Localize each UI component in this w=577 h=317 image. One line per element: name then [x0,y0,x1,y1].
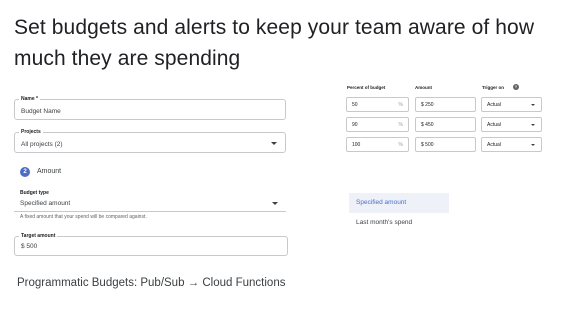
projects-value: All projects (2) [21,141,63,148]
trigger-column-header: Trigger on [482,85,505,90]
threshold-amount-value: $ 250 [421,102,434,108]
step-number-badge: 2 [20,167,30,177]
trigger-value: Actual [487,122,501,128]
threshold-percent-value: 100 [352,142,361,148]
budget-type-hint: A fixed amount that your spend will be c… [20,214,147,220]
caret-down-icon [531,104,535,106]
target-amount-label: Target amount [19,233,58,240]
step-label: Amount [37,168,62,175]
menu-item-last-months-spend[interactable]: Last month's spend [349,213,449,233]
target-amount-field[interactable]: Target amount $ 500 [14,233,288,256]
budget-type-value: Specified amount [20,200,71,207]
percent-sign: % [398,102,403,108]
budget-type-select[interactable]: Budget type Specified amount [14,190,286,212]
menu-item-specified-amount[interactable]: Specified amount [349,193,449,213]
page-headline: Set budgets and alerts to keep your team… [14,16,535,70]
budget-name-label: Name * [19,96,40,103]
threshold-percent-input[interactable]: 50 % [346,97,409,112]
target-amount-value: $ 500 [21,243,38,250]
trigger-select[interactable]: Actual [481,117,542,132]
amount-column-header: Amount [415,85,432,90]
budget-name-value: Budget Name [21,108,61,115]
budget-type-menu: Specified amount Last month's spend [349,193,449,233]
caret-down-icon [531,144,535,146]
caret-down-icon [531,124,535,126]
caret-down-icon [271,142,277,145]
threshold-percent-input[interactable]: 100 % [346,137,409,152]
budget-type-label: Budget type [20,190,49,197]
budget-name-field[interactable]: Name * Budget Name [14,96,286,120]
threshold-percent-value: 50 [352,102,358,108]
threshold-amount-input[interactable]: $ 500 [415,137,476,152]
trigger-select[interactable]: Actual [481,97,542,112]
percent-sign: % [398,122,403,128]
threshold-amount-input[interactable]: $ 450 [415,117,476,132]
trigger-value: Actual [487,142,501,148]
percent-column-header: Percent of budget [347,85,386,90]
threshold-amount-input[interactable]: $ 250 [415,97,476,112]
threshold-amount-value: $ 450 [421,122,434,128]
threshold-percent-input[interactable]: 90 % [346,117,409,132]
projects-select[interactable]: Projects All projects (2) [14,129,286,153]
threshold-amount-value: $ 500 [421,142,434,148]
footer-caption: Programmatic Budgets: Pub/Sub → Cloud Fu… [17,277,286,289]
trigger-value: Actual [487,102,501,108]
threshold-percent-value: 90 [352,122,358,128]
percent-sign: % [398,142,403,148]
trigger-select[interactable]: Actual [481,137,542,152]
caret-down-icon [272,202,278,205]
help-icon[interactable]: ? [513,84,519,90]
projects-label: Projects [19,129,43,136]
